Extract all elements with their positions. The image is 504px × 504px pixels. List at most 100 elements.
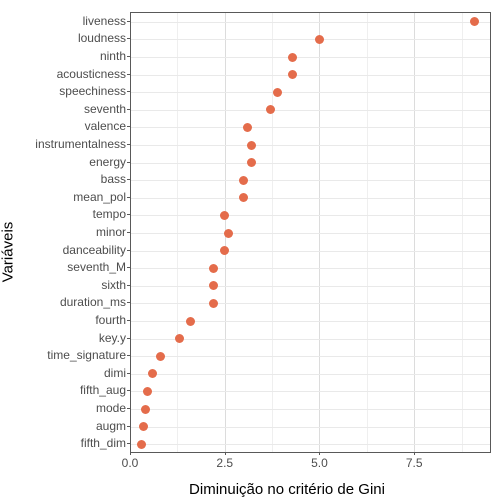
hgrid bbox=[130, 356, 490, 357]
x-tick-mark bbox=[130, 452, 131, 455]
y-tick-mark bbox=[127, 74, 130, 75]
hgrid bbox=[130, 233, 490, 234]
data-point bbox=[141, 405, 150, 414]
y-tick-mark bbox=[127, 443, 130, 444]
y-tick-mark bbox=[127, 338, 130, 339]
y-tick-mark bbox=[127, 426, 130, 427]
y-tick-mark bbox=[127, 109, 130, 110]
y-tick-label: fifth_aug bbox=[80, 383, 126, 397]
x-tick-mark bbox=[414, 452, 415, 455]
y-tick-label: dimi bbox=[104, 366, 126, 380]
hgrid bbox=[130, 57, 490, 58]
data-point bbox=[239, 193, 248, 202]
data-point bbox=[243, 123, 252, 132]
data-point bbox=[288, 70, 297, 79]
x-tick-mark bbox=[225, 452, 226, 455]
y-tick-mark bbox=[127, 408, 130, 409]
y-tick-label: mode bbox=[96, 401, 126, 415]
y-tick-mark bbox=[127, 197, 130, 198]
y-tick-mark bbox=[127, 267, 130, 268]
hgrid bbox=[130, 145, 490, 146]
y-tick-label: fifth_dim bbox=[81, 436, 126, 450]
data-point bbox=[224, 229, 233, 238]
y-tick-label: valence bbox=[85, 119, 126, 133]
y-tick-label: minor bbox=[96, 225, 126, 239]
y-axis-line bbox=[130, 12, 131, 452]
data-point bbox=[220, 211, 229, 220]
x-tick-label: 0.0 bbox=[122, 456, 139, 470]
data-point bbox=[148, 369, 157, 378]
y-tick-label: instrumentalness bbox=[35, 137, 126, 151]
y-tick-label: seventh_M bbox=[67, 260, 126, 274]
hgrid bbox=[130, 427, 490, 428]
x-axis-line bbox=[130, 452, 490, 453]
y-tick-mark bbox=[127, 320, 130, 321]
y-tick-mark bbox=[127, 91, 130, 92]
y-tick-label: bass bbox=[101, 172, 126, 186]
data-point bbox=[273, 88, 282, 97]
data-point bbox=[175, 334, 184, 343]
plot-area bbox=[130, 12, 491, 453]
y-tick-mark bbox=[127, 179, 130, 180]
data-point bbox=[156, 352, 165, 361]
y-tick-mark bbox=[127, 126, 130, 127]
y-tick-mark bbox=[127, 373, 130, 374]
data-point bbox=[186, 317, 195, 326]
y-tick-mark bbox=[127, 285, 130, 286]
hgrid bbox=[130, 339, 490, 340]
y-tick-label: fourth bbox=[95, 313, 126, 327]
hgrid bbox=[130, 215, 490, 216]
data-point bbox=[266, 105, 275, 114]
y-tick-mark bbox=[127, 56, 130, 57]
hgrid bbox=[130, 303, 490, 304]
data-point bbox=[247, 158, 256, 167]
x-tick-label: 5.0 bbox=[311, 456, 328, 470]
y-tick-label: seventh bbox=[84, 102, 126, 116]
y-axis-label: Variáveis bbox=[0, 222, 17, 283]
hgrid bbox=[130, 163, 490, 164]
hgrid bbox=[130, 127, 490, 128]
y-tick-label: tempo bbox=[93, 207, 126, 221]
hgrid bbox=[130, 180, 490, 181]
data-point bbox=[239, 176, 248, 185]
y-tick-mark bbox=[127, 21, 130, 22]
data-point bbox=[247, 141, 256, 150]
data-point bbox=[209, 264, 218, 273]
data-point bbox=[288, 53, 297, 62]
y-tick-mark bbox=[127, 38, 130, 39]
y-tick-mark bbox=[127, 355, 130, 356]
y-tick-mark bbox=[127, 162, 130, 163]
hgrid bbox=[130, 268, 490, 269]
x-tick-label: 2.5 bbox=[216, 456, 233, 470]
x-tick-mark bbox=[319, 452, 320, 455]
hgrid bbox=[130, 251, 490, 252]
hgrid bbox=[130, 286, 490, 287]
y-tick-mark bbox=[127, 250, 130, 251]
y-tick-label: ninth bbox=[100, 49, 126, 63]
y-tick-label: loudness bbox=[78, 31, 126, 45]
hgrid bbox=[130, 409, 490, 410]
y-tick-label: energy bbox=[89, 155, 126, 169]
y-tick-label: duration_ms bbox=[60, 295, 126, 309]
hgrid bbox=[130, 75, 490, 76]
data-point bbox=[139, 422, 148, 431]
hgrid bbox=[130, 39, 490, 40]
hgrid bbox=[130, 321, 490, 322]
hgrid bbox=[130, 92, 490, 93]
hgrid bbox=[130, 444, 490, 445]
y-tick-label: sixth bbox=[101, 278, 126, 292]
y-tick-label: speechiness bbox=[59, 84, 126, 98]
y-tick-label: mean_pol bbox=[73, 190, 126, 204]
x-axis-label: Diminuição no critério de Gini bbox=[0, 481, 504, 498]
hgrid bbox=[130, 110, 490, 111]
data-point bbox=[209, 281, 218, 290]
y-tick-mark bbox=[127, 390, 130, 391]
hgrid bbox=[130, 22, 490, 23]
data-point bbox=[143, 387, 152, 396]
y-tick-label: liveness bbox=[83, 14, 126, 28]
plot-inner bbox=[130, 13, 490, 453]
data-point bbox=[470, 17, 479, 26]
y-tick-mark bbox=[127, 144, 130, 145]
data-point bbox=[137, 440, 146, 449]
hgrid bbox=[130, 374, 490, 375]
